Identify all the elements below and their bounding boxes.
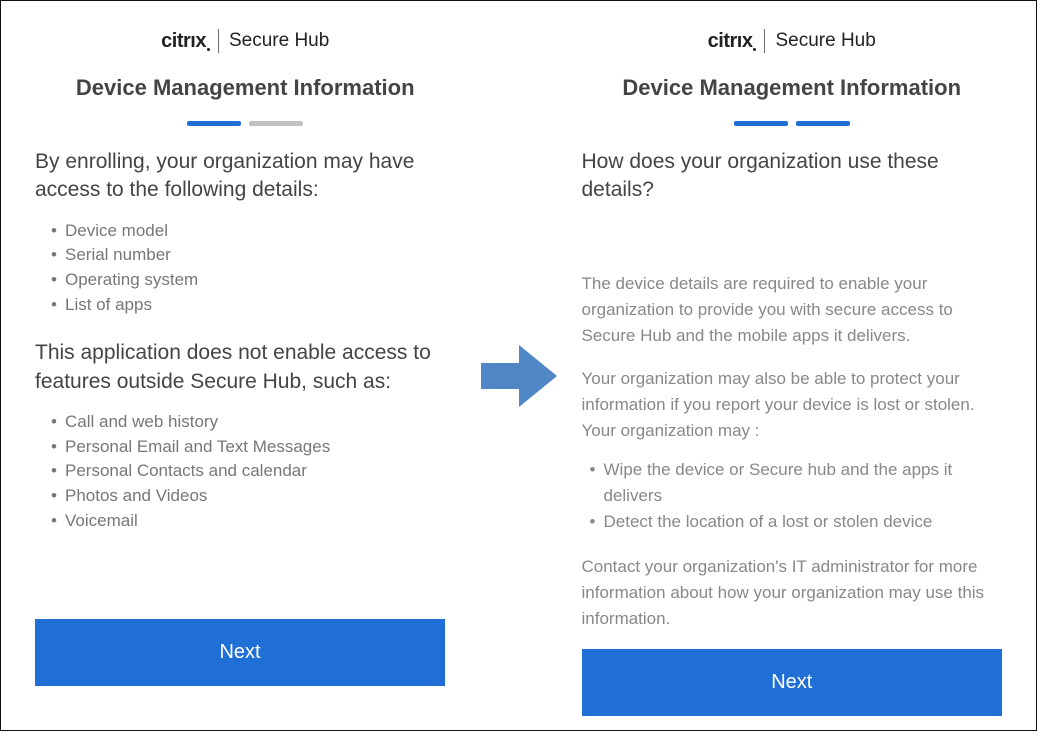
list-item: Personal Contacts and calendar: [51, 459, 456, 484]
accessible-details-list: Device model Serial number Operating sys…: [35, 219, 456, 318]
accessible-details-heading: By enrolling, your organization may have…: [35, 148, 456, 205]
brand-vendor: citrıx: [708, 30, 755, 53]
list-item: List of apps: [51, 293, 456, 318]
progress-indicator: [568, 121, 1017, 126]
list-item: Serial number: [51, 243, 456, 268]
list-item: Operating system: [51, 268, 456, 293]
usage-paragraph-1: The device details are required to enabl…: [582, 271, 1003, 350]
page-container: citrıx Secure Hub Device Management Info…: [1, 1, 1036, 730]
progress-step-1: [734, 121, 788, 126]
page-title: Device Management Information: [568, 75, 1017, 101]
org-capabilities-list: Wipe the device or Secure hub and the ap…: [582, 457, 1003, 536]
brand-vendor: citrıx: [161, 30, 208, 53]
arrow-right-icon: [481, 345, 557, 407]
brand-product: Secure Hub: [229, 30, 329, 52]
transition-arrow-column: [474, 11, 564, 720]
list-item: Detect the location of a lost or stolen …: [590, 509, 1003, 535]
brand-product: Secure Hub: [775, 30, 875, 52]
progress-indicator: [21, 121, 470, 126]
brand-divider-icon: [764, 29, 765, 53]
usage-heading: How does your organization use these det…: [582, 148, 1003, 205]
screen-step-1: citrıx Secure Hub Device Management Info…: [13, 11, 474, 720]
not-accessible-heading: This application does not enable access …: [35, 339, 456, 396]
next-button[interactable]: Next: [35, 619, 445, 686]
content-body: By enrolling, your organization may have…: [21, 148, 470, 720]
usage-paragraph-3: Contact your organization's IT administr…: [582, 554, 1003, 633]
screen-step-2: citrıx Secure Hub Device Management Info…: [564, 11, 1025, 720]
progress-step-2: [249, 121, 303, 126]
usage-paragraph-2: Your organization may also be able to pr…: [582, 366, 1003, 445]
list-item: Call and web history: [51, 410, 456, 435]
next-button[interactable]: Next: [582, 649, 1002, 716]
not-accessible-list: Call and web history Personal Email and …: [35, 410, 456, 533]
list-item: Photos and Videos: [51, 484, 456, 509]
list-item: Personal Email and Text Messages: [51, 435, 456, 460]
spacer: [35, 555, 456, 619]
brand-divider-icon: [218, 29, 219, 53]
brand-row: citrıx Secure Hub: [21, 29, 470, 53]
content-body: How does your organization use these det…: [568, 148, 1017, 750]
progress-step-2: [796, 121, 850, 126]
progress-step-1: [187, 121, 241, 126]
list-item: Wipe the device or Secure hub and the ap…: [590, 457, 1003, 510]
spacer: [582, 219, 1003, 271]
list-item: Device model: [51, 219, 456, 244]
brand-row: citrıx Secure Hub: [568, 29, 1017, 53]
list-item: Voicemail: [51, 509, 456, 534]
page-title: Device Management Information: [21, 75, 470, 101]
